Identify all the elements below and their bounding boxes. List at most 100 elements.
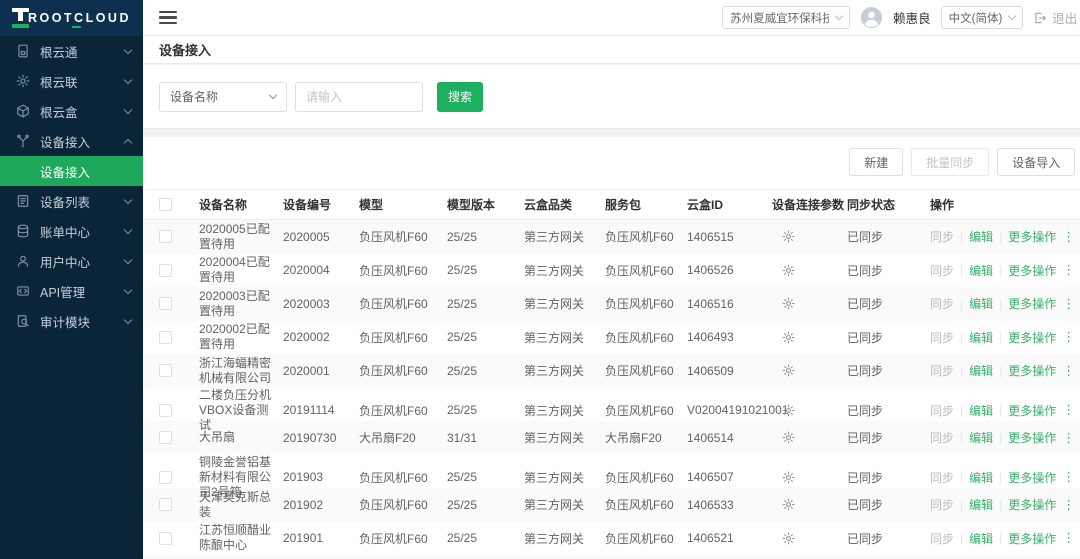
- batch-sync-button[interactable]: 批量同步: [911, 148, 989, 176]
- sidebar-item-1[interactable]: 根云联: [0, 66, 143, 96]
- edit-link[interactable]: 编辑: [969, 362, 993, 379]
- new-button[interactable]: 新建: [849, 148, 903, 176]
- edit-link[interactable]: 编辑: [969, 228, 993, 245]
- connection-params-gear-icon[interactable]: [772, 532, 847, 545]
- sidebar-item-3[interactable]: 设备接入: [0, 126, 143, 156]
- chevron-down-icon: [1008, 12, 1016, 20]
- sidebar-item-6[interactable]: 用户中心: [0, 246, 143, 276]
- row-checkbox[interactable]: [159, 331, 172, 344]
- more-dots-icon[interactable]: ⋮: [1062, 530, 1075, 546]
- connection-params-gear-icon[interactable]: [772, 498, 847, 511]
- more-dots-icon[interactable]: ⋮: [1062, 430, 1075, 446]
- sync-link[interactable]: 同步: [930, 496, 954, 513]
- sidebar-item-8[interactable]: 审计模块: [0, 306, 143, 336]
- connection-params-gear-icon[interactable]: [772, 331, 847, 344]
- row-checkbox[interactable]: [159, 471, 172, 484]
- edit-link[interactable]: 编辑: [969, 402, 993, 419]
- language-select-value: 中文(简体): [949, 10, 1003, 26]
- more-dots-icon[interactable]: ⋮: [1062, 497, 1075, 513]
- row-actions: 同步|编辑|更多操作⋮: [930, 402, 1075, 419]
- language-select[interactable]: 中文(简体): [941, 6, 1024, 29]
- more-dots-icon[interactable]: ⋮: [1062, 363, 1075, 379]
- more-actions-link[interactable]: 更多操作: [1008, 496, 1056, 513]
- cell-device-code: 2020004: [283, 263, 359, 277]
- search-input[interactable]: [295, 82, 423, 112]
- row-checkbox[interactable]: [159, 532, 172, 545]
- edit-link[interactable]: 编辑: [969, 469, 993, 486]
- edit-link[interactable]: 编辑: [969, 429, 993, 446]
- row-checkbox[interactable]: [159, 364, 172, 377]
- connection-params-gear-icon[interactable]: [772, 404, 847, 417]
- more-actions-link[interactable]: 更多操作: [1008, 530, 1056, 547]
- more-actions-link[interactable]: 更多操作: [1008, 262, 1056, 279]
- row-checkbox[interactable]: [159, 264, 172, 277]
- column-header: 设备名称: [199, 196, 283, 213]
- sim-icon: [16, 44, 30, 58]
- connection-params-gear-icon[interactable]: [772, 431, 847, 444]
- search-button[interactable]: 搜索: [437, 82, 483, 112]
- more-dots-icon[interactable]: ⋮: [1062, 229, 1075, 245]
- row-checkbox[interactable]: [159, 297, 172, 310]
- filter-field-select[interactable]: 设备名称: [159, 82, 287, 112]
- sidebar-item-5[interactable]: 账单中心: [0, 216, 143, 246]
- sync-link[interactable]: 同步: [930, 329, 954, 346]
- cell-device-code: 2020002: [283, 330, 359, 344]
- more-dots-icon[interactable]: ⋮: [1062, 329, 1075, 345]
- sidebar-item-0[interactable]: 根云通: [0, 36, 143, 66]
- more-actions-link[interactable]: 更多操作: [1008, 362, 1056, 379]
- edit-link[interactable]: 编辑: [969, 295, 993, 312]
- device-import-button[interactable]: 设备导入: [997, 148, 1075, 176]
- column-header: 设备连接参数: [772, 196, 847, 213]
- sidebar-subitem[interactable]: 设备接入: [0, 156, 143, 186]
- sync-link[interactable]: 同步: [930, 362, 954, 379]
- cell-sync-status: 已同步: [847, 530, 930, 547]
- sync-link[interactable]: 同步: [930, 228, 954, 245]
- logout-button[interactable]: 退出: [1033, 8, 1077, 27]
- more-dots-icon[interactable]: ⋮: [1062, 262, 1075, 278]
- chevron-down-icon: [124, 75, 132, 83]
- avatar[interactable]: [860, 6, 883, 29]
- sync-link[interactable]: 同步: [930, 402, 954, 419]
- more-actions-link[interactable]: 更多操作: [1008, 469, 1056, 486]
- table-row: 天津奥克斯总装201902负压风机F6025/25第三方网关负压风机F60140…: [143, 488, 1080, 522]
- list-icon: [16, 194, 30, 208]
- connection-params-gear-icon[interactable]: [772, 264, 847, 277]
- connection-params-gear-icon[interactable]: [772, 471, 847, 484]
- sidebar-item-2[interactable]: 根云盒: [0, 96, 143, 126]
- connection-params-gear-icon[interactable]: [772, 297, 847, 310]
- box-icon: [16, 104, 30, 118]
- edit-link[interactable]: 编辑: [969, 496, 993, 513]
- row-checkbox[interactable]: [159, 404, 172, 417]
- sync-link[interactable]: 同步: [930, 469, 954, 486]
- more-dots-icon[interactable]: ⋮: [1062, 402, 1075, 418]
- sync-link[interactable]: 同步: [930, 295, 954, 312]
- sync-link[interactable]: 同步: [930, 262, 954, 279]
- more-actions-link[interactable]: 更多操作: [1008, 228, 1056, 245]
- connection-params-gear-icon[interactable]: [772, 364, 847, 377]
- menu-toggle-icon[interactable]: [159, 11, 177, 25]
- row-checkbox[interactable]: [159, 431, 172, 444]
- cell-box-id: 1406507: [687, 470, 772, 484]
- row-checkbox[interactable]: [159, 498, 172, 511]
- sync-link[interactable]: 同步: [930, 530, 954, 547]
- select-all-checkbox[interactable]: [159, 198, 172, 211]
- sidebar-item-7[interactable]: API管理: [0, 276, 143, 306]
- more-dots-icon[interactable]: ⋮: [1062, 469, 1075, 485]
- more-actions-link[interactable]: 更多操作: [1008, 329, 1056, 346]
- edit-link[interactable]: 编辑: [969, 329, 993, 346]
- more-actions-link[interactable]: 更多操作: [1008, 402, 1056, 419]
- more-actions-link[interactable]: 更多操作: [1008, 429, 1056, 446]
- branch-icon: [16, 134, 30, 148]
- column-header: 同步状态: [847, 196, 930, 213]
- edit-link[interactable]: 编辑: [969, 262, 993, 279]
- topbar-right: 苏州夏威宜环保科技有限... 赖惠良 中文(简体) 退出: [722, 6, 1077, 29]
- user-name: 赖惠良: [893, 8, 931, 27]
- more-dots-icon[interactable]: ⋮: [1062, 296, 1075, 312]
- sidebar-item-4[interactable]: 设备列表: [0, 186, 143, 216]
- sync-link[interactable]: 同步: [930, 429, 954, 446]
- company-select[interactable]: 苏州夏威宜环保科技有限...: [722, 6, 850, 29]
- edit-link[interactable]: 编辑: [969, 530, 993, 547]
- row-checkbox[interactable]: [159, 230, 172, 243]
- more-actions-link[interactable]: 更多操作: [1008, 295, 1056, 312]
- connection-params-gear-icon[interactable]: [772, 230, 847, 243]
